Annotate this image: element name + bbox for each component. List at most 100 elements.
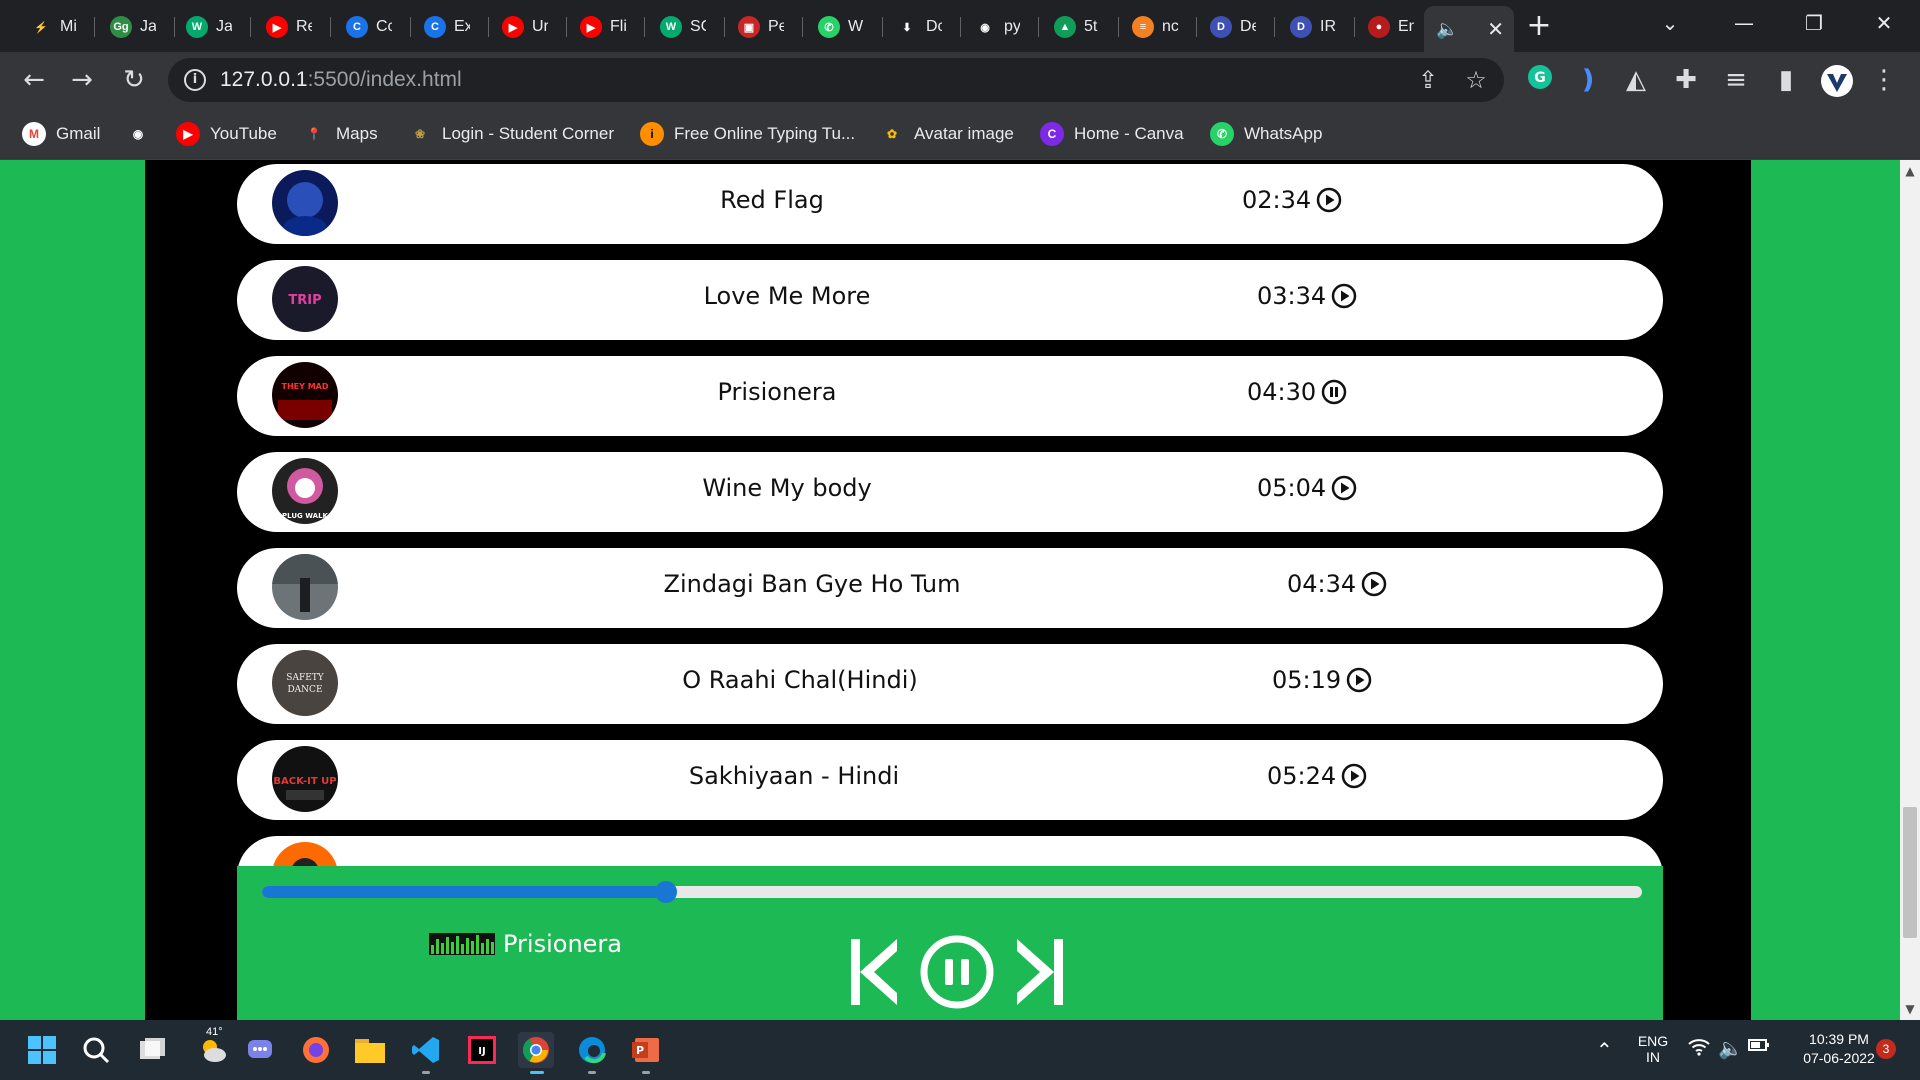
browser-tab[interactable]: ▶ Re: [254, 8, 330, 46]
browser-tab[interactable]: ▶ Ur: [490, 8, 566, 46]
bookmark-item[interactable]: ❀ Login - Student Corner: [408, 120, 614, 148]
play-circle-icon[interactable]: [1345, 666, 1373, 694]
bookmark-item[interactable]: i Free Online Typing Tu...: [640, 120, 855, 148]
start-icon[interactable]: [24, 1032, 60, 1068]
progress-thumb[interactable]: [655, 881, 678, 903]
reload-icon[interactable]: ↻: [118, 64, 150, 96]
play-circle-icon[interactable]: [1330, 474, 1358, 502]
song-row[interactable]: TRIP Love Me More 03:34: [237, 260, 1663, 340]
share-icon[interactable]: ⇪: [1414, 66, 1442, 94]
active-browser-tab[interactable]: 🔈 ✕: [1424, 6, 1514, 52]
language-indicator[interactable]: ENG IN: [1636, 1033, 1670, 1065]
bookmark-item[interactable]: ✆ WhatsApp: [1210, 120, 1322, 148]
song-row[interactable]: THEY MAD Prisionera 04:30: [237, 356, 1663, 436]
album-cover: BACK-IT UP: [272, 746, 338, 812]
song-row[interactable]: PLUG WALK Wine My body 05:04: [237, 452, 1663, 532]
pause-icon[interactable]: [920, 935, 994, 1009]
browser-tab[interactable]: ≡ nc: [1120, 8, 1196, 46]
browser-tab[interactable]: ▣ Pe: [726, 8, 802, 46]
bookmark-star-icon[interactable]: ☆: [1462, 66, 1490, 94]
page-scrollbar[interactable]: ▲ ▼: [1900, 160, 1920, 1020]
browser-tab[interactable]: ✆ Wi: [806, 8, 882, 46]
maps-icon: 📍: [302, 122, 326, 146]
address-bar[interactable]: i 127.0.0.1:5500/index.html ⇪ ☆: [168, 58, 1504, 102]
minimize-button[interactable]: —: [1724, 8, 1764, 38]
browser-tab[interactable]: D De: [1198, 8, 1274, 46]
teams-chat-icon[interactable]: [242, 1032, 278, 1068]
new-tab-button[interactable]: +: [1524, 10, 1554, 42]
play-circle-icon[interactable]: [1340, 762, 1368, 790]
powerpoint-icon[interactable]: P: [628, 1032, 664, 1068]
close-window-button[interactable]: ✕: [1864, 8, 1904, 38]
user-icon: ●: [1368, 16, 1390, 38]
close-tab-icon[interactable]: ✕: [1487, 17, 1504, 42]
forward-icon[interactable]: →: [66, 64, 98, 96]
restore-button[interactable]: ❐: [1794, 8, 1834, 38]
song-row[interactable]: BACK-IT UP Sakhiyaan - Hindi 05:24: [237, 740, 1663, 820]
bookmark-item[interactable]: 📍 Maps: [302, 120, 378, 148]
play-circle-icon[interactable]: [1360, 570, 1388, 598]
stackoverflow-icon: ≡: [1132, 16, 1154, 38]
browser-tab[interactable]: ▲ 5t: [1042, 8, 1118, 46]
bookmark-item[interactable]: ◉: [126, 120, 160, 148]
browser-tab[interactable]: Gg Ja: [98, 8, 174, 46]
browser-tab[interactable]: D IR: [1278, 8, 1354, 46]
grammarly-icon[interactable]: G: [1524, 64, 1556, 96]
browser-tab[interactable]: C Cc: [334, 8, 410, 46]
edge-running-indicator: [588, 1071, 596, 1074]
search-icon[interactable]: [78, 1032, 114, 1068]
side-panel-icon[interactable]: ▮: [1770, 64, 1802, 96]
media-control-icon[interactable]: ≡: [1720, 64, 1752, 96]
tab-search-chevron-icon[interactable]: ⌄: [1650, 8, 1690, 38]
browser-tab[interactable]: ● En: [1356, 8, 1432, 46]
browser-tab[interactable]: W SC: [648, 8, 724, 46]
song-row[interactable]: SAFETY DANCE O Raahi Chal(Hindi) 05:19: [237, 644, 1663, 724]
battery-icon[interactable]: [1748, 1036, 1770, 1059]
song-row[interactable]: Red Flag 02:34: [237, 164, 1663, 244]
previous-icon[interactable]: [851, 939, 897, 1005]
scrollbar-thumb[interactable]: [1903, 807, 1917, 938]
back-icon[interactable]: ←: [18, 64, 50, 96]
tab-title: Wi: [848, 18, 864, 35]
volume-icon[interactable]: 🔈: [1718, 1036, 1743, 1061]
edge-icon[interactable]: [574, 1032, 610, 1068]
extension-icon[interactable]: ◭: [1620, 64, 1652, 96]
song-row[interactable]: Zindagi Ban Gye Ho Tum 04:34: [237, 548, 1663, 628]
file-explorer-icon[interactable]: [352, 1032, 388, 1068]
intellij-icon[interactable]: IJ: [464, 1032, 500, 1068]
speaker-icon[interactable]: 🔈: [1436, 19, 1458, 40]
profile-avatar-icon[interactable]: [1820, 64, 1853, 97]
browser-tab[interactable]: W Ja: [174, 8, 250, 46]
tray-overflow-chevron-icon[interactable]: ⌃: [1596, 1038, 1613, 1063]
browser-tab[interactable]: ⚡ Mi: [18, 8, 94, 46]
browser-tab[interactable]: C Ex: [412, 8, 488, 46]
pause-circle-icon[interactable]: [1320, 378, 1348, 406]
scroll-down-arrow-icon[interactable]: ▼: [1900, 1002, 1920, 1016]
play-circle-icon[interactable]: [1315, 186, 1343, 214]
browser-tab[interactable]: ▶ Fli: [568, 8, 644, 46]
progress-bar[interactable]: [262, 881, 1642, 903]
read-aloud-icon[interactable]: ❫: [1572, 64, 1604, 96]
notification-badge[interactable]: 3: [1876, 1039, 1896, 1059]
next-icon[interactable]: [1017, 939, 1063, 1005]
vscode-icon[interactable]: [408, 1032, 444, 1068]
bookmark-item[interactable]: ✿ Avatar image: [880, 120, 1014, 148]
menu-kebab-icon[interactable]: ⋮: [1868, 64, 1900, 96]
task-view-icon[interactable]: [134, 1032, 170, 1068]
browser-tab[interactable]: ⬇ Dc: [884, 8, 960, 46]
song-title: Sakhiyaan - Hindi: [688, 762, 900, 790]
clock[interactable]: 10:39 PM 07-06-2022: [1794, 1031, 1884, 1066]
scroll-up-arrow-icon[interactable]: ▲: [1900, 164, 1920, 178]
bookmark-item[interactable]: M Gmail: [22, 120, 100, 148]
wifi-icon[interactable]: [1688, 1038, 1710, 1061]
play-circle-icon[interactable]: [1330, 282, 1358, 310]
browser-tab[interactable]: ◉ py: [962, 8, 1038, 46]
url-text[interactable]: 127.0.0.1:5500/index.html: [220, 68, 462, 92]
firefox-icon[interactable]: [298, 1032, 334, 1068]
puzzle-extensions-icon[interactable]: ✚: [1670, 64, 1702, 96]
weather-widget[interactable]: 41°: [188, 1026, 238, 1068]
bookmark-item[interactable]: C Home - Canva: [1040, 120, 1184, 148]
site-info-icon[interactable]: i: [184, 69, 206, 91]
chrome-icon[interactable]: [518, 1032, 554, 1068]
bookmark-item[interactable]: ▶ YouTube: [176, 120, 277, 148]
